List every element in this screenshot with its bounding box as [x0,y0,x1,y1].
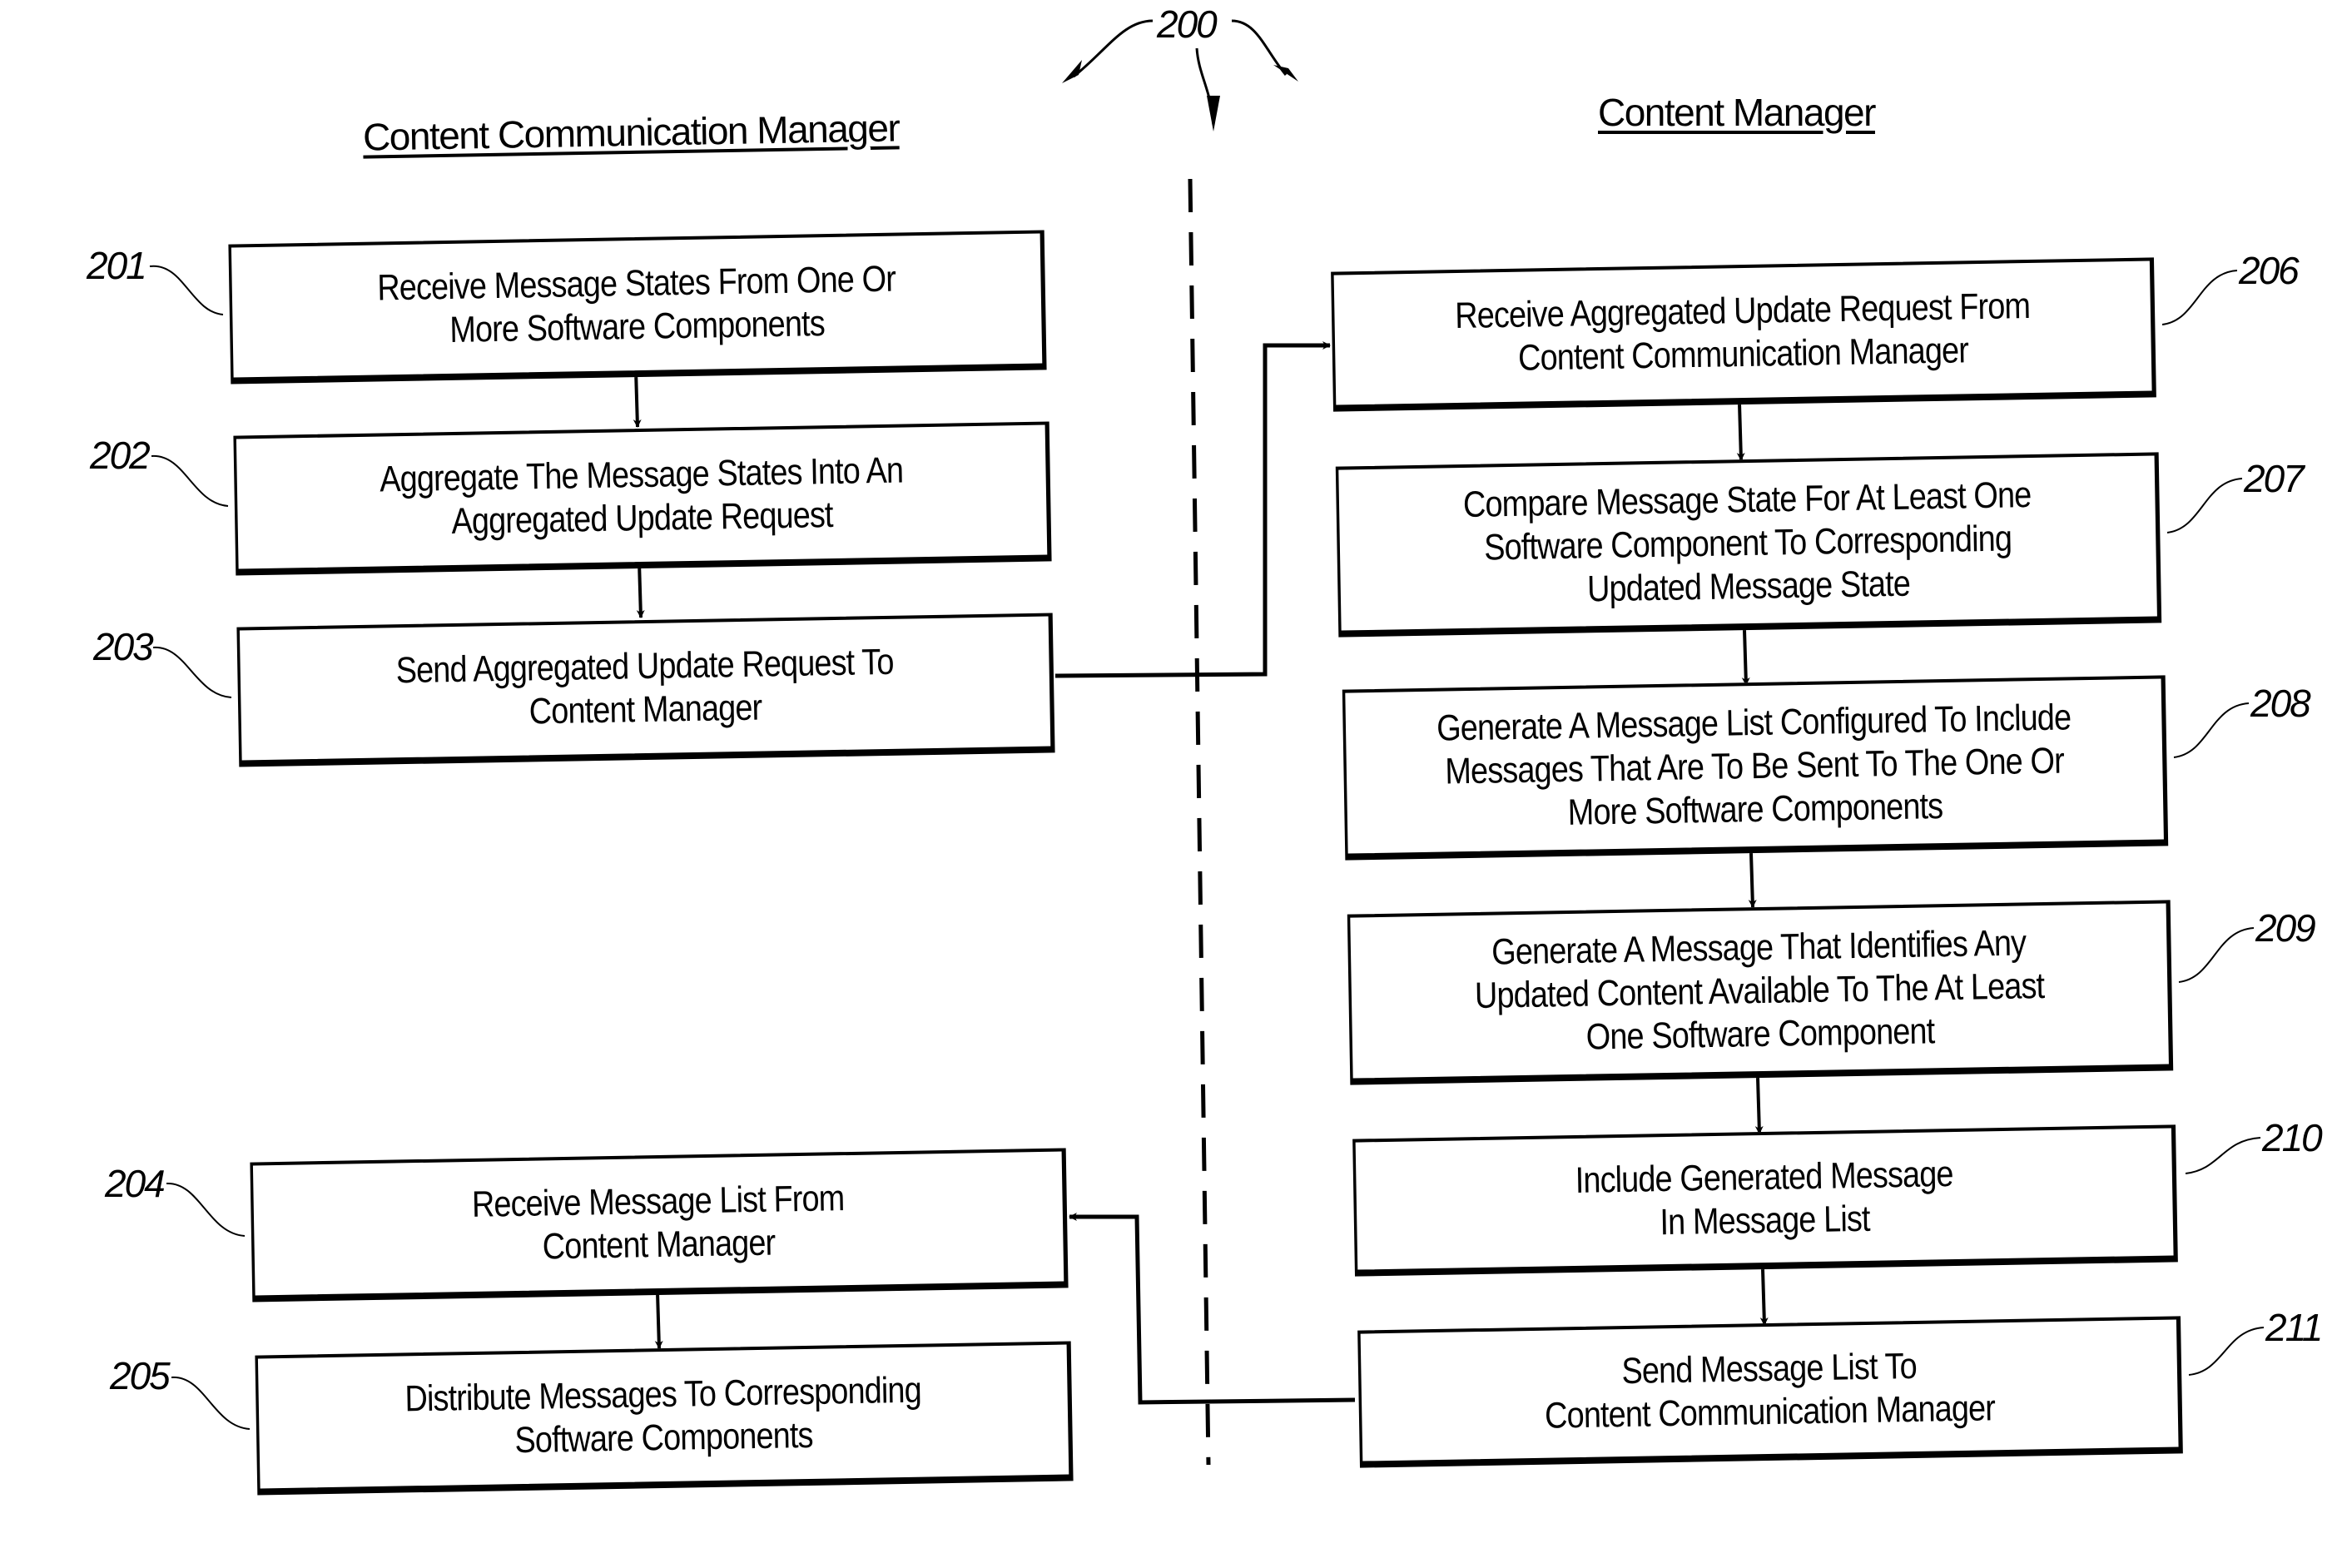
figure-ref-arrow-right-head [1273,65,1298,82]
step-207-text: Compare Message State For At Least One S… [1462,474,2032,609]
lane-divider [1188,178,1211,1466]
step-204-text: Receive Message List From Content Manage… [471,1178,845,1268]
step-209-box[interactable]: Generate A Message That Identifies Any U… [1347,900,2174,1085]
step-211-text: Send Message List To Content Communicati… [1544,1345,1996,1437]
arrow-201-202 [633,370,642,428]
leader-210 [2185,1137,2261,1174]
arrow-209-210 [1754,1077,1764,1134]
leader-204 [166,1182,246,1237]
arrow-206-207 [1736,403,1745,461]
step-205-box[interactable]: Distribute Messages To Corresponding Sof… [255,1341,1074,1496]
ref-206: 206 [2239,249,2300,292]
ref-211: 211 [2265,1306,2323,1349]
step-211-box[interactable]: Send Message List To Content Communicati… [1357,1316,2183,1468]
leader-205 [171,1376,251,1430]
lane-title-content-manager: Content Manager [1598,91,1876,134]
leader-203 [152,646,232,698]
step-202-box[interactable]: Aggregate The Message States Into An Agg… [233,421,1052,576]
ref-210: 210 [2262,1116,2323,1159]
step-202-text: Aggregate The Message States Into An Agg… [379,449,904,543]
leader-202 [151,454,229,507]
step-205-text: Distribute Messages To Corresponding Sof… [404,1369,922,1461]
step-203-text: Send Aggregated Update Request To Conten… [395,641,894,732]
lane-title-content-communication-manager: Content Communication Manager [362,106,900,159]
leader-206 [2161,270,2238,325]
leader-209 [2178,927,2255,983]
ref-201: 201 [87,244,147,287]
leader-201 [149,265,224,315]
ref-208: 208 [2250,682,2311,725]
step-201-box[interactable]: Receive Message States From One Or More … [228,230,1047,385]
ref-207: 207 [2244,457,2305,500]
ref-204: 204 [105,1162,166,1205]
leader-208 [2173,702,2250,758]
ref-205: 205 [110,1354,171,1397]
leader-207 [2166,478,2243,533]
figure-ref-label: 200 [1157,2,1218,46]
figure-ref-arrow-down-head [1207,96,1220,131]
figure-ref-arrow-left-head [1062,60,1082,83]
ref-203: 203 [93,625,154,668]
arrow-208-209 [1748,852,1757,908]
step-206-text: Receive Aggregated Update Request From C… [1454,285,2031,379]
ref-209: 209 [2255,906,2316,950]
step-208-text: Generate A Message List Configured To In… [1436,696,2072,833]
step-208-box[interactable]: Generate A Message List Configured To In… [1342,675,2169,861]
figure-ref-arrow-left [1073,19,1154,78]
step-206-box[interactable]: Receive Aggregated Update Request From C… [1331,257,2156,412]
step-210-text: Include Generated Message In Message Lis… [1575,1153,1953,1243]
ref-202: 202 [90,434,151,477]
step-201-text: Receive Message States From One Or More … [376,258,896,350]
arrow-210-211 [1759,1268,1769,1326]
step-203-box[interactable]: Send Aggregated Update Request To Conten… [236,613,1055,767]
arrow-211-204 [1069,1213,1356,1405]
step-204-box[interactable]: Receive Message List From Content Manage… [250,1148,1069,1303]
arrow-207-208 [1741,629,1750,686]
leader-211 [2188,1327,2265,1376]
step-209-text: Generate A Message That Identifies Any U… [1474,921,2045,1058]
step-207-box[interactable]: Compare Message State For At Least One S… [1335,452,2162,638]
step-210-box[interactable]: Include Generated Message In Message Lis… [1352,1124,2178,1277]
arrow-204-205 [654,1292,663,1349]
arrow-202-203 [636,561,645,618]
